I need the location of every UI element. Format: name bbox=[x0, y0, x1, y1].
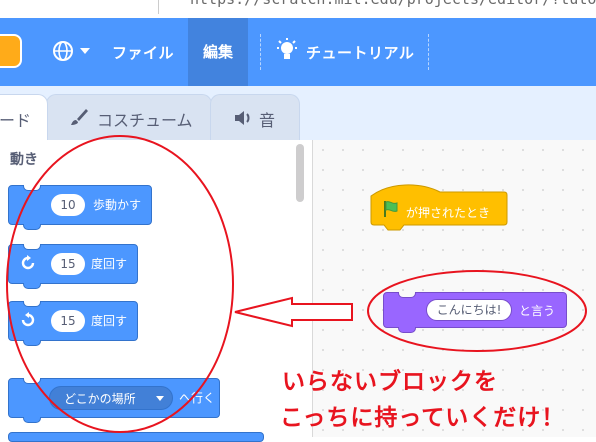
tab-sounds[interactable]: 音 bbox=[210, 94, 300, 140]
next-block-partial[interactable] bbox=[8, 432, 264, 442]
scratch-logo[interactable] bbox=[0, 34, 22, 68]
tab-costumes[interactable]: コスチューム bbox=[46, 94, 212, 140]
speaker-icon bbox=[235, 111, 250, 125]
globe-icon[interactable] bbox=[52, 40, 74, 62]
file-menu[interactable]: ファイル bbox=[112, 42, 174, 63]
hat-block-label: が押されたとき bbox=[406, 206, 491, 220]
tab-code-label: ード bbox=[0, 111, 32, 130]
block-bump bbox=[23, 340, 41, 346]
degrees-input[interactable]: 15 bbox=[51, 310, 85, 332]
block-bump bbox=[398, 327, 416, 333]
menu-divider bbox=[428, 34, 430, 70]
say-message-input[interactable]: こんにちは! bbox=[426, 299, 512, 321]
rotate-left-icon bbox=[21, 312, 35, 327]
block-bump bbox=[23, 224, 41, 230]
tab-sounds-label: 音 bbox=[259, 111, 276, 130]
block-label: 歩動かす bbox=[93, 198, 142, 212]
block-notch bbox=[398, 292, 416, 298]
block-notch bbox=[23, 301, 41, 307]
chevron-down-icon[interactable] bbox=[80, 48, 90, 54]
steps-input[interactable]: 10 bbox=[51, 194, 85, 216]
block-label: 度回す bbox=[91, 257, 128, 271]
annotation-text-line2: こっちに持っていくだけ！ bbox=[280, 405, 566, 431]
turn-right-block[interactable]: 15 度回す bbox=[8, 244, 138, 289]
chevron-down-icon bbox=[156, 396, 164, 401]
editor-tabs: ード コスチューム 音 bbox=[0, 86, 596, 140]
url-text[interactable]: https://scratch.mit.edu/projects/editor/… bbox=[190, 0, 596, 8]
block-bump bbox=[23, 283, 41, 289]
move-steps-block[interactable]: 10 歩動かす bbox=[8, 185, 152, 230]
menu-bar: ファイル 編集 チュートリアル bbox=[0, 18, 596, 86]
category-title: 動き bbox=[10, 152, 38, 168]
go-to-target-dropdown[interactable]: どこかの場所 bbox=[49, 386, 173, 410]
green-flag-icon bbox=[384, 201, 398, 217]
address-bar[interactable]: https://scratch.mit.edu/projects/editor/… bbox=[0, 0, 596, 18]
when-flag-clicked-block[interactable]: が押されたとき bbox=[370, 180, 508, 232]
address-divider bbox=[158, 0, 159, 14]
tab-code[interactable]: ード bbox=[0, 94, 48, 140]
turn-left-block[interactable]: 15 度回す bbox=[8, 301, 138, 346]
block-bump bbox=[23, 417, 41, 423]
edit-menu[interactable]: 編集 bbox=[188, 18, 248, 86]
rotate-right-icon bbox=[21, 255, 35, 270]
block-notch bbox=[23, 378, 41, 384]
tutorials-menu[interactable]: チュートリアル bbox=[306, 42, 414, 63]
block-label: 度回す bbox=[91, 314, 128, 328]
say-block[interactable]: こんにちは! と言う bbox=[383, 292, 567, 333]
brush-icon bbox=[71, 109, 88, 125]
block-label: と言う bbox=[519, 304, 556, 318]
block-notch bbox=[23, 185, 41, 191]
degrees-input[interactable]: 15 bbox=[51, 253, 85, 275]
tab-costumes-label: コスチューム bbox=[97, 111, 193, 130]
lightbulb-icon[interactable] bbox=[276, 38, 298, 64]
go-to-block[interactable]: どこかの場所 へ行く bbox=[8, 378, 220, 423]
annotation-text-line1: いらないブロックを bbox=[282, 369, 498, 395]
menu-divider bbox=[260, 34, 262, 70]
block-label: へ行く bbox=[179, 391, 216, 405]
palette-scrollbar[interactable] bbox=[296, 144, 304, 202]
block-notch bbox=[23, 244, 41, 250]
dropdown-value: どこかの場所 bbox=[64, 392, 136, 406]
